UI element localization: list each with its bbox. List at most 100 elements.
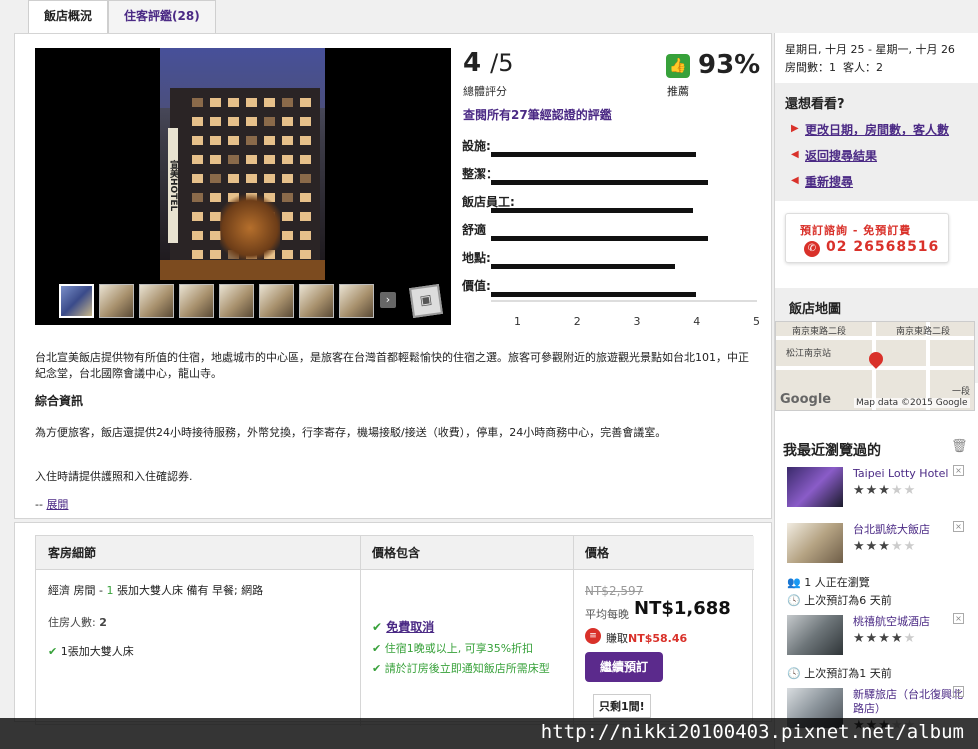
overall-score: 4 /5 [463,48,514,78]
check-icon: ✔ [372,662,382,675]
photo-thumbnail[interactable] [219,284,254,318]
sidebar: 星期日, 十月 25 - 星期一, 十月 26 房間數：1 客人：2 還想看看?… [774,33,978,749]
rating-axis-tick: 3 [633,315,641,328]
rating-axis-tick: 2 [573,315,581,328]
star-rating: ★★★★★ [853,483,917,498]
star-rating: ★★★★★ [853,631,917,646]
new-search-link[interactable]: 重新搜尋 [805,173,853,190]
original-price: NT$2,597 [585,584,644,598]
hotline-label: 預訂諮詢 - 免預訂費 [800,224,912,237]
hotline-number: 02 26568516 [826,239,940,255]
last-booked: 🕓 上次預訂為1 天前 [787,667,892,680]
info-heading: 綜合資訊 [35,394,84,408]
clock-icon: 🕓 [787,667,801,680]
room-price: NT$1,688 [634,598,731,619]
hotel-main-photo: 宣美HOTEL [160,48,325,280]
clock-icon: 🕓 [787,594,801,607]
close-icon[interactable]: × [953,613,964,624]
all-reviews-link[interactable]: 查閱所有27筆經認證的評鑑 [463,106,612,123]
room-name: 經濟 房間 - 1 張加大雙人床 備有 早餐; 網路 [48,584,264,597]
map-attribution: Map data ©2015 Google [854,398,970,408]
free-cancel-link[interactable]: 免費取消 [386,620,434,634]
arrow-right-icon: ▶ [791,123,799,134]
rating-category-label: 設施: [462,139,491,153]
col-header-room: 客房細節 [36,536,360,570]
more-options: 還想看看? ▶ 更改日期，房間數，客人數 ◀ 返回搜尋結果 ◀ 重新搜尋 [775,83,978,201]
last-booked: 🕓 上次預訂為6 天前 [787,594,892,607]
bed-notice: ✔ 請於訂房後立即通知飯店所需床型 [372,662,550,675]
avg-per-night-label: 平均每晚 [585,608,629,621]
photo-thumbnail[interactable] [339,284,374,318]
trash-icon[interactable]: 🗑 [951,439,968,454]
stay-summary: 星期日, 十月 25 - 星期一, 十月 26 房間數：1 客人：2 [785,43,955,74]
expand: -- 展開 [35,498,69,511]
hotel-map[interactable]: 南京東路二段 南京東路二段 松江南京站 一段 Google Map data ©… [775,321,975,411]
viewing-now: 👥 1 人正在瀏覽 [787,576,870,589]
photo-thumbnail[interactable] [259,284,294,318]
phone-icon: ✆ [804,241,820,257]
people-icon: 👥 [787,576,801,589]
rating-category-label: 價值: [462,279,491,293]
rating-axis [491,300,757,302]
tab-bar: 飯店概況 住客評鑑(28) [28,0,216,34]
arrow-right-icon[interactable]: › [380,292,396,308]
photo-thumbnail[interactable] [179,284,214,318]
check-icon: ✔ [372,642,382,655]
rating-axis-tick: 1 [514,315,521,328]
rating-category-bar [491,264,676,269]
rooms-left-badge: 只剩1間! [593,694,651,718]
rating-category-bar [491,208,694,213]
recommend-percent: 93% [698,50,761,80]
google-logo: Google [780,392,832,407]
recommend-label: 推薦 [667,85,689,98]
check-icon: ✔ [48,645,58,658]
booking-hotline[interactable]: 預訂諮詢 - 免預訂費 ✆ 02 26568516 [785,213,949,263]
checkin-text: 入住時請提供護照和入住確認券. [35,470,193,483]
photo-thumbnails [59,284,374,320]
hotel-photo-gallery[interactable]: 宣美HOTEL › ▣ [35,48,451,325]
tab-reviews[interactable]: 住客評鑑(28) [108,0,216,33]
hotel-sign: 宣美HOTEL [168,128,178,243]
rating-axis-tick: 5 [753,315,760,328]
map-title: 飯店地圖 [789,302,842,317]
rating-category-bar [491,292,697,297]
photo-thumbnail[interactable] [59,284,94,318]
hotel-description: 台北宣美飯店提供物有所值的住宿，地處城市的中心區，是旅客在台灣首都輕鬆愉快的住宿… [35,351,749,380]
arrow-left-icon: ◀ [791,149,799,160]
bed-type: ✔ 1張加大雙人床 [48,645,134,658]
gallery-icon[interactable]: ▣ [409,284,443,318]
services-text: 為方便旅客，飯店還提供24小時接待服務，外幣兌換，行李寄存，機場接駁/接送（收費… [35,426,667,439]
reward-icon: ≡ [585,628,601,644]
hotel-overview-panel: 宣美HOTEL › ▣ 4 /5 總體評分 👍 93% 推薦 查閱所有27筆經認… [14,33,772,519]
change-dates-link[interactable]: 更改日期，房間數，客人數 [805,121,949,138]
close-icon[interactable]: × [953,521,964,532]
rating-category-bar [491,152,697,157]
more-options-title: 還想看看? [785,97,845,112]
rooms-panel: 客房細節 價格包含 價格 經濟 房間 - 1 張加大雙人床 備有 早餐; 網路 … [14,522,772,726]
rooms-table: 客房細節 價格包含 價格 經濟 房間 - 1 張加大雙人床 備有 早餐; 網路 … [35,535,754,726]
back-to-results-link[interactable]: 返回搜尋結果 [805,147,877,164]
rating-category-label: 地點: [462,251,491,265]
close-icon[interactable]: × [953,686,964,697]
star-rating: ★★★★★ [853,539,917,554]
thumbs-up-icon: 👍 [666,54,690,78]
earn-reward: 賺取NT$58.46 [606,632,688,645]
tab-overview[interactable]: 飯店概況 [28,0,109,34]
free-cancel: ✔ 免費取消 [372,618,434,635]
occupancy: 住房人數: 2 [48,616,107,629]
expand-link[interactable]: 展開 [46,498,68,511]
photo-thumbnail[interactable] [139,284,174,318]
rating-category-label: 舒適 [462,223,487,237]
check-icon: ✔ [372,620,383,634]
recently-viewed-title: 我最近瀏覽過的 [783,443,881,459]
watermark-bar: http://nikki20100403.pixnet.net/album [0,718,978,749]
rating-axis-tick: 4 [693,315,701,328]
col-header-includes: 價格包含 [360,536,573,570]
arrow-left-icon: ◀ [791,175,799,186]
photo-thumbnail[interactable] [99,284,134,318]
close-icon[interactable]: × [953,465,964,476]
col-header-price: 價格 [573,536,754,570]
continue-booking-button[interactable]: 繼續預訂 [585,652,663,682]
photo-thumbnail[interactable] [299,284,334,318]
overall-score-label: 總體評分 [463,85,507,98]
